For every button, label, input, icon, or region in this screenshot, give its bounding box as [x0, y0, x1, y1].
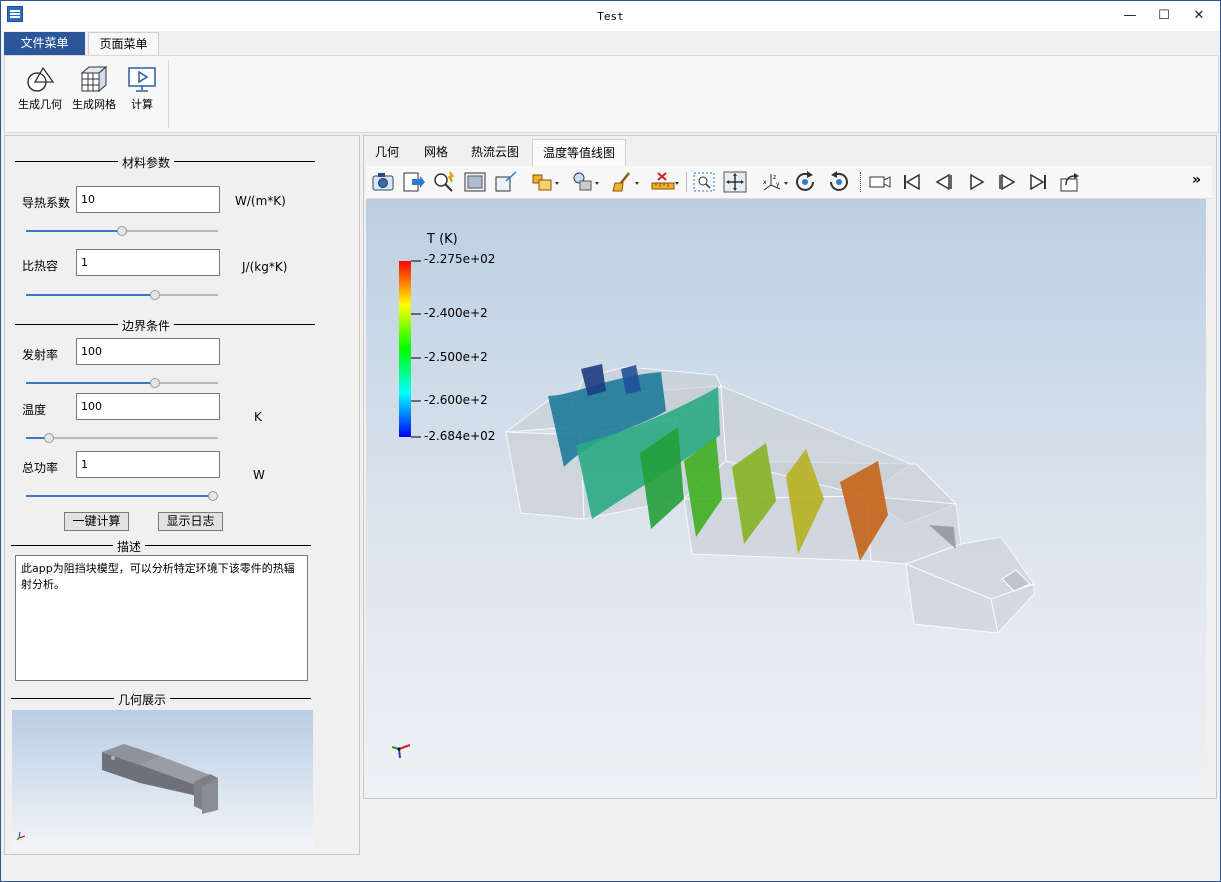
boundary-section-header: 边界条件: [15, 317, 315, 334]
boundary-section-title: 边界条件: [118, 317, 175, 334]
view-toolbar: zy x »: [366, 166, 1212, 199]
conductivity-label: 导热系数: [22, 196, 71, 210]
main-window: Test — ☐ ✕ 文件菜单 页面菜单 生成几何 生成网格 计算 材料参数 导…: [0, 0, 1221, 882]
share-export-icon[interactable]: [1058, 171, 1082, 193]
colorbar-label-min: -2.684e+02: [424, 429, 496, 443]
power-unit: W: [253, 468, 265, 482]
3d-viewport[interactable]: T (K) -2.275e+02 -2.400e+2 -2.500e+2 -2.…: [366, 199, 1206, 796]
power-input[interactable]: 1: [76, 451, 220, 478]
geometry-icon: [27, 66, 55, 92]
pan-icon[interactable]: [723, 171, 747, 193]
lighting-dropdown-icon[interactable]: [571, 171, 601, 193]
tab-heatflux-contour[interactable]: 热流云图: [464, 139, 526, 165]
compute-label: 计算: [131, 98, 153, 111]
generate-mesh-button[interactable]: 生成网格: [69, 64, 119, 112]
colorbar-label-4: -2.600e+2: [424, 393, 488, 407]
slider-thumb[interactable]: [150, 378, 160, 388]
temperature-unit: K: [254, 410, 262, 424]
show-log-button[interactable]: 显示日志: [158, 512, 223, 531]
power-label: 总功率: [22, 461, 59, 475]
previous-frame-icon[interactable]: [932, 171, 956, 193]
next-frame-icon[interactable]: [995, 171, 1019, 193]
emissivity-label: 发射率: [22, 348, 59, 362]
minimize-button[interactable]: —: [1113, 1, 1147, 31]
material-section-title: 材料参数: [118, 154, 175, 171]
toolbar-overflow-button[interactable]: »: [1192, 172, 1201, 188]
temperature-contour-render: [391, 260, 1035, 759]
svg-text:y: y: [776, 181, 780, 188]
compute-button[interactable]: 计算: [123, 64, 161, 112]
ribbon-separator: [168, 60, 169, 128]
preview-axis-triad-icon: [16, 831, 26, 841]
temperature-slider[interactable]: [26, 433, 218, 443]
tab-mesh[interactable]: 网格: [416, 139, 456, 165]
material-section-header: 材料参数: [15, 154, 315, 171]
measure-ruler-icon[interactable]: [650, 171, 680, 193]
description-section-title: 描述: [113, 538, 146, 555]
display-mode-dropdown-icon[interactable]: [531, 171, 561, 193]
calculate-button[interactable]: 一键计算: [64, 512, 129, 531]
first-frame-icon[interactable]: [900, 171, 924, 193]
mesh-icon: [80, 65, 108, 93]
heatcap-input[interactable]: 1: [76, 249, 220, 276]
tab-page-menu[interactable]: 页面菜单: [88, 32, 159, 56]
preview-model-graphic: [102, 744, 218, 814]
video-record-icon[interactable]: [868, 171, 892, 193]
conductivity-unit: W/(m*K): [235, 194, 286, 208]
svg-text:z: z: [773, 174, 776, 181]
emissivity-input[interactable]: 100: [76, 338, 220, 365]
power-slider[interactable]: [26, 491, 218, 501]
camera-snapshot-icon[interactable]: [371, 171, 395, 193]
heatcap-unit: J/(kg*K): [242, 260, 288, 274]
heatcap-label: 比热容: [22, 259, 59, 273]
left-panel: 材料参数 导热系数 10 W/(m*K) 比热容 1 J/(kg*K) 边界条件…: [4, 135, 360, 855]
clear-brush-icon[interactable]: [611, 171, 641, 193]
fit-view-icon[interactable]: [494, 171, 518, 193]
heatcap-slider[interactable]: [26, 290, 218, 300]
description-section-header: 描述: [11, 538, 311, 555]
slider-thumb[interactable]: [44, 433, 54, 443]
magnify-probe-icon[interactable]: [432, 171, 456, 193]
view-box-icon[interactable]: [463, 171, 487, 193]
monitor-play-icon: [128, 67, 156, 92]
slider-thumb[interactable]: [117, 226, 127, 236]
conductivity-slider[interactable]: [26, 226, 218, 236]
last-frame-icon[interactable]: [1026, 171, 1050, 193]
generate-mesh-label: 生成网格: [72, 98, 116, 111]
slider-thumb[interactable]: [150, 290, 160, 300]
rotate-cw-icon[interactable]: [794, 171, 818, 193]
tab-temperature-contour[interactable]: 温度等值线图: [532, 139, 626, 166]
preview-section-title: 几何展示: [114, 691, 171, 708]
export-icon[interactable]: [402, 171, 426, 193]
tab-geometry[interactable]: 几何: [368, 139, 406, 165]
generate-geometry-button[interactable]: 生成几何: [15, 64, 65, 112]
svg-text:x: x: [763, 179, 767, 186]
maximize-button[interactable]: ☐: [1147, 1, 1181, 31]
preview-section-header: 几何展示: [11, 691, 311, 708]
title-bar: Test — ☐ ✕: [1, 1, 1220, 31]
colorbar-label-max: -2.275e+02: [424, 252, 496, 266]
conductivity-input[interactable]: 10: [76, 186, 220, 213]
zoom-region-icon[interactable]: [692, 171, 716, 193]
right-panel: 几何 网格 热流云图 温度等值线图 zy x » T (K) -2.275e+02…: [363, 135, 1217, 799]
temperature-input[interactable]: 100: [76, 393, 220, 420]
colorbar-label-3: -2.500e+2: [424, 350, 488, 364]
tab-file-menu[interactable]: 文件菜单: [4, 32, 85, 55]
close-button[interactable]: ✕: [1182, 1, 1216, 31]
axis-triad-icon: [391, 744, 411, 759]
description-textbox[interactable]: 此app为阻挡块模型，可以分析特定环境下该零件的热辐射分析。: [15, 555, 308, 681]
axes-orientation-dropdown-icon[interactable]: zy x: [761, 171, 791, 193]
emissivity-slider[interactable]: [26, 378, 218, 388]
play-icon[interactable]: [964, 171, 988, 193]
colorbar-title: T (K): [427, 232, 458, 247]
geometry-preview[interactable]: [12, 710, 313, 850]
generate-geometry-label: 生成几何: [18, 98, 62, 111]
colorbar-label-2: -2.400e+2: [424, 306, 488, 320]
temperature-label: 温度: [22, 403, 47, 417]
window-title: Test: [597, 10, 624, 23]
ribbon: 生成几何 生成网格 计算: [4, 55, 1219, 133]
slider-thumb[interactable]: [208, 491, 218, 501]
colorbar-gradient: [399, 261, 411, 437]
rotate-ccw-icon[interactable]: [826, 171, 850, 193]
